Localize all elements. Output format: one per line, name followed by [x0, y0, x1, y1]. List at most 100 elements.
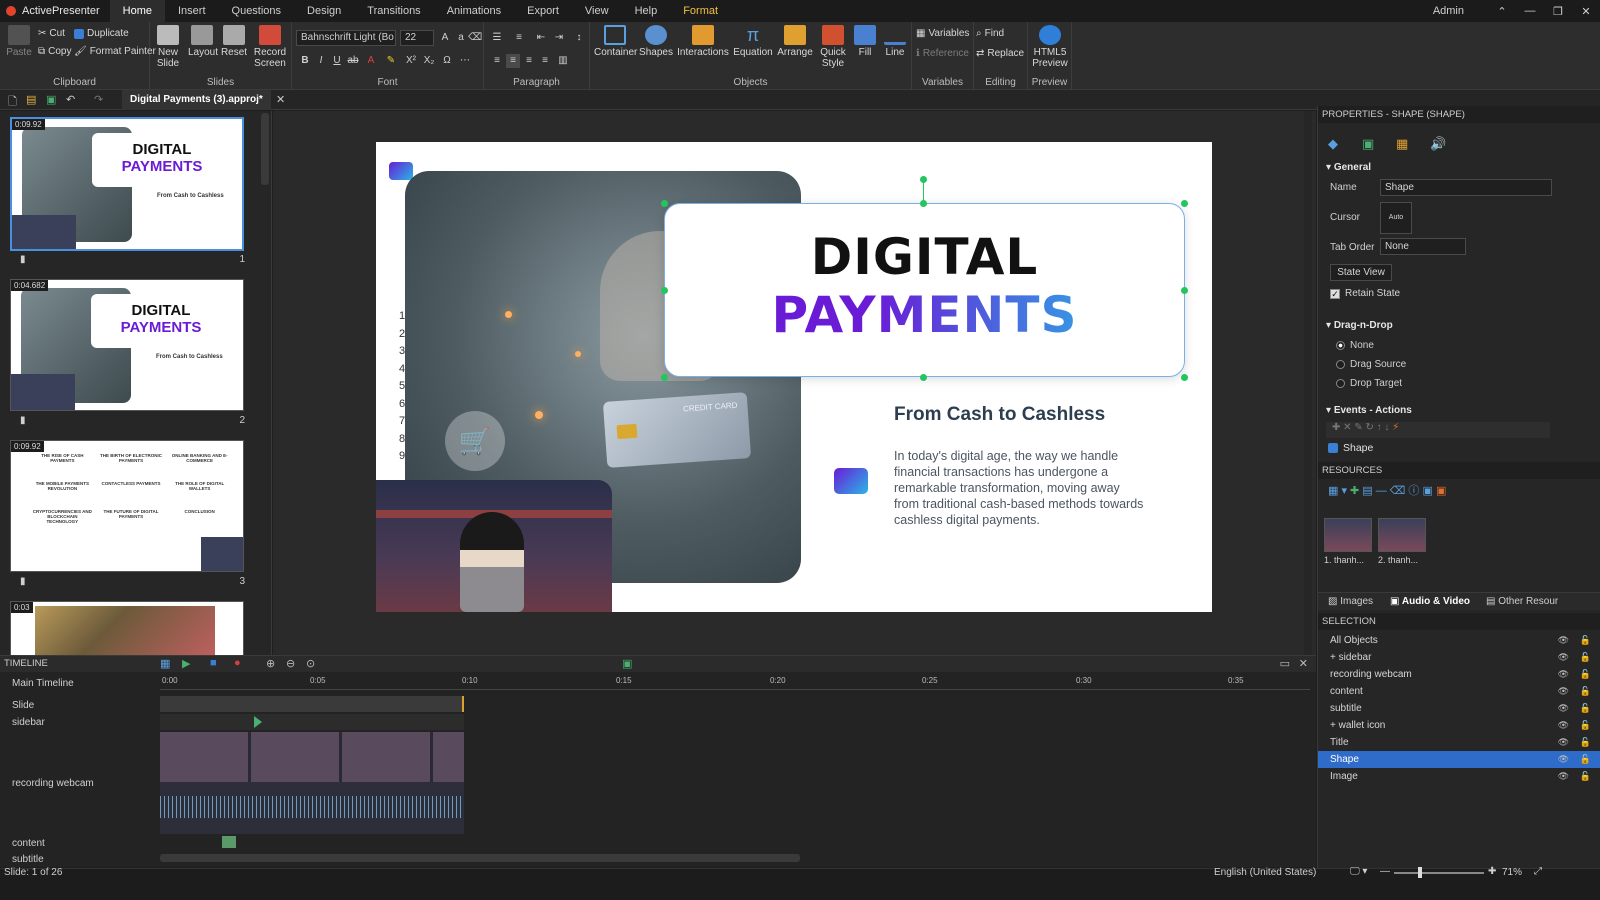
reset-button[interactable]: Reset	[220, 25, 248, 58]
zoom-slider[interactable]	[1394, 872, 1484, 874]
cursor-picker[interactable]: Auto	[1380, 202, 1412, 234]
lock-icon[interactable]: 🔓	[1580, 666, 1591, 683]
lock-icon[interactable]: 🔓	[1580, 700, 1591, 717]
clear-format-icon[interactable]: ⌫	[468, 31, 482, 45]
zoom-fit-icon[interactable]: ⊙	[306, 657, 315, 670]
timeline-mode-icon[interactable]: ▦	[160, 657, 170, 670]
fill-button[interactable]: Fill	[852, 25, 878, 58]
selection-item[interactable]: subtitle 👁 🔓	[1318, 700, 1600, 717]
highlight-icon[interactable]: ✎	[384, 54, 398, 68]
track-label-sidebar[interactable]: sidebar	[0, 717, 156, 728]
maximize-icon[interactable]: ❐	[1544, 5, 1572, 18]
lock-icon[interactable]: 🔓	[1580, 768, 1591, 785]
slide-thumbnail-2[interactable]: 0:04.682 DIGITAL PAYMENTS From Cash to C…	[10, 279, 244, 411]
undo-icon[interactable]: ↶	[66, 93, 75, 106]
variables-button[interactable]: ▦ Variables	[916, 28, 969, 39]
events-section[interactable]: ▾ Events - Actions	[1326, 405, 1412, 416]
lock-icon[interactable]: 🔓	[1580, 751, 1591, 768]
event-action-icon[interactable]: ⚡	[1392, 422, 1399, 433]
selection-item-selected[interactable]: Shape 👁 🔓	[1318, 751, 1600, 768]
user-name[interactable]: Admin	[1433, 5, 1464, 17]
tab-help[interactable]: Help	[622, 0, 671, 22]
resize-handle-ne[interactable]	[1181, 200, 1188, 207]
resource-view-icon[interactable]: ▦ ▾ ✚ ▤ — ⌫ ⓘ ▣ ▣	[1328, 482, 1446, 498]
fit-window-icon[interactable]: ⤢	[1534, 866, 1542, 877]
content-wallet-icon[interactable]	[834, 468, 868, 494]
decrease-indent-icon[interactable]: ⇤	[534, 31, 548, 45]
resize-handle-sw[interactable]	[661, 374, 668, 381]
dnd-source-radio[interactable]: Drag Source	[1336, 359, 1406, 370]
align-right-icon[interactable]: ≡	[522, 54, 536, 68]
content-text[interactable]: In today's digital age, the way we handl…	[894, 448, 1144, 528]
interactions-button[interactable]: Interactions	[676, 25, 730, 58]
timeline-play-icon[interactable]: ▶	[182, 657, 190, 670]
bullets-icon[interactable]: ☰	[490, 31, 504, 45]
tab-transitions[interactable]: Transitions	[354, 0, 433, 22]
shrink-font-icon[interactable]: a	[454, 31, 468, 45]
columns-icon[interactable]: ▥	[556, 54, 570, 68]
tab-animations[interactable]: Animations	[434, 0, 514, 22]
track-label-recording-webcam[interactable]: recording webcam	[0, 778, 156, 789]
slide-end-marker[interactable]	[462, 696, 464, 712]
cut-button[interactable]: ✂ Cut	[38, 28, 65, 39]
general-section[interactable]: ▾ General	[1326, 162, 1371, 173]
resize-handle-n[interactable]	[920, 200, 927, 207]
selection-item[interactable]: Title 👁 🔓	[1318, 734, 1600, 751]
lock-icon[interactable]: 🔓	[1580, 717, 1591, 734]
underline-icon[interactable]: U	[330, 54, 344, 68]
eye-icon[interactable]: 👁	[1558, 734, 1569, 751]
eye-icon[interactable]: 👁	[1558, 717, 1569, 734]
strikethrough-icon[interactable]: ab	[346, 54, 360, 68]
symbol-icon[interactable]: Ω	[440, 54, 454, 68]
justify-icon[interactable]: ≡	[538, 54, 552, 68]
html5-preview-button[interactable]: HTML5 Preview	[1030, 25, 1070, 69]
font-family-select[interactable]: Bahnschrift Light (Bo	[296, 30, 396, 46]
new-file-icon[interactable]: 🗋	[8, 93, 17, 112]
close-icon[interactable]: ✕	[1572, 5, 1600, 18]
audio-props-icon[interactable]: 🔊	[1430, 136, 1446, 152]
timeline-close-icon[interactable]: ✕	[1299, 657, 1308, 670]
event-shape-item[interactable]: Shape	[1328, 442, 1373, 454]
quick-style-button[interactable]: Quick Style	[816, 25, 850, 69]
increase-indent-icon[interactable]: ⇥	[552, 31, 566, 45]
lock-icon[interactable]: 🔓	[1580, 649, 1591, 666]
state-view-button[interactable]: State View	[1330, 264, 1392, 281]
subscript-icon[interactable]: X₂	[422, 54, 436, 68]
arrange-button[interactable]: Arrange	[776, 25, 814, 58]
reference-button[interactable]: ℹ Reference	[916, 48, 969, 59]
format-painter-button[interactable]: 🖌 Format Painter	[74, 46, 156, 57]
track-label-subtitle[interactable]: subtitle	[0, 854, 156, 865]
dnd-none-radio[interactable]: None	[1336, 340, 1374, 351]
display-mode-icon[interactable]: 🖵 ▾	[1350, 866, 1367, 877]
eye-icon[interactable]: 👁	[1558, 700, 1569, 717]
retain-state-checkbox[interactable]: ✓ Retain State	[1330, 288, 1400, 299]
copy-button[interactable]: ⧉ Copy	[38, 46, 72, 57]
italic-icon[interactable]: I	[314, 54, 328, 68]
font-color-icon[interactable]: A	[364, 54, 378, 68]
name-field[interactable]: Shape	[1380, 179, 1552, 196]
timeline-stop-icon[interactable]: ■	[210, 657, 217, 669]
track-label-slide[interactable]: Slide	[0, 700, 156, 711]
selection-item[interactable]: content 👁 🔓	[1318, 683, 1600, 700]
title-shape[interactable]: DIGITAL PAYMENTS	[664, 203, 1185, 377]
expand-icon[interactable]: +	[1330, 652, 1339, 663]
line-button[interactable]: Line	[882, 25, 908, 58]
close-doc-icon[interactable]: ✕	[276, 93, 285, 106]
interaction-props-icon[interactable]: ▦	[1396, 136, 1408, 152]
resource-thumb-2[interactable]	[1378, 518, 1426, 552]
eye-icon[interactable]: 👁	[1558, 649, 1569, 666]
tab-order-select[interactable]: None	[1380, 238, 1466, 255]
eye-icon[interactable]: 👁	[1558, 632, 1569, 649]
eye-icon[interactable]: 👁	[1558, 768, 1569, 785]
slide-thumbnail-3[interactable]: 0:09.92 THE RISE OF CASH PAYMENTS THE BI…	[10, 440, 244, 572]
font-dialog-icon[interactable]: ⋯	[458, 54, 472, 68]
sidebar-track[interactable]	[160, 714, 464, 730]
selection-item[interactable]: Image 👁 🔓	[1318, 768, 1600, 785]
main-timeline-select[interactable]: Main Timeline	[0, 678, 156, 689]
content-clip[interactable]	[222, 836, 236, 848]
tab-images[interactable]: ▨ Images	[1328, 596, 1373, 607]
resize-handle-e[interactable]	[1181, 287, 1188, 294]
numbering-icon[interactable]: ≡	[512, 31, 526, 45]
webcam-track-clip[interactable]	[160, 732, 464, 834]
slide-thumbnail-1[interactable]: 0:09.92 DIGITAL PAYMENTS From Cash to Ca…	[10, 117, 244, 251]
